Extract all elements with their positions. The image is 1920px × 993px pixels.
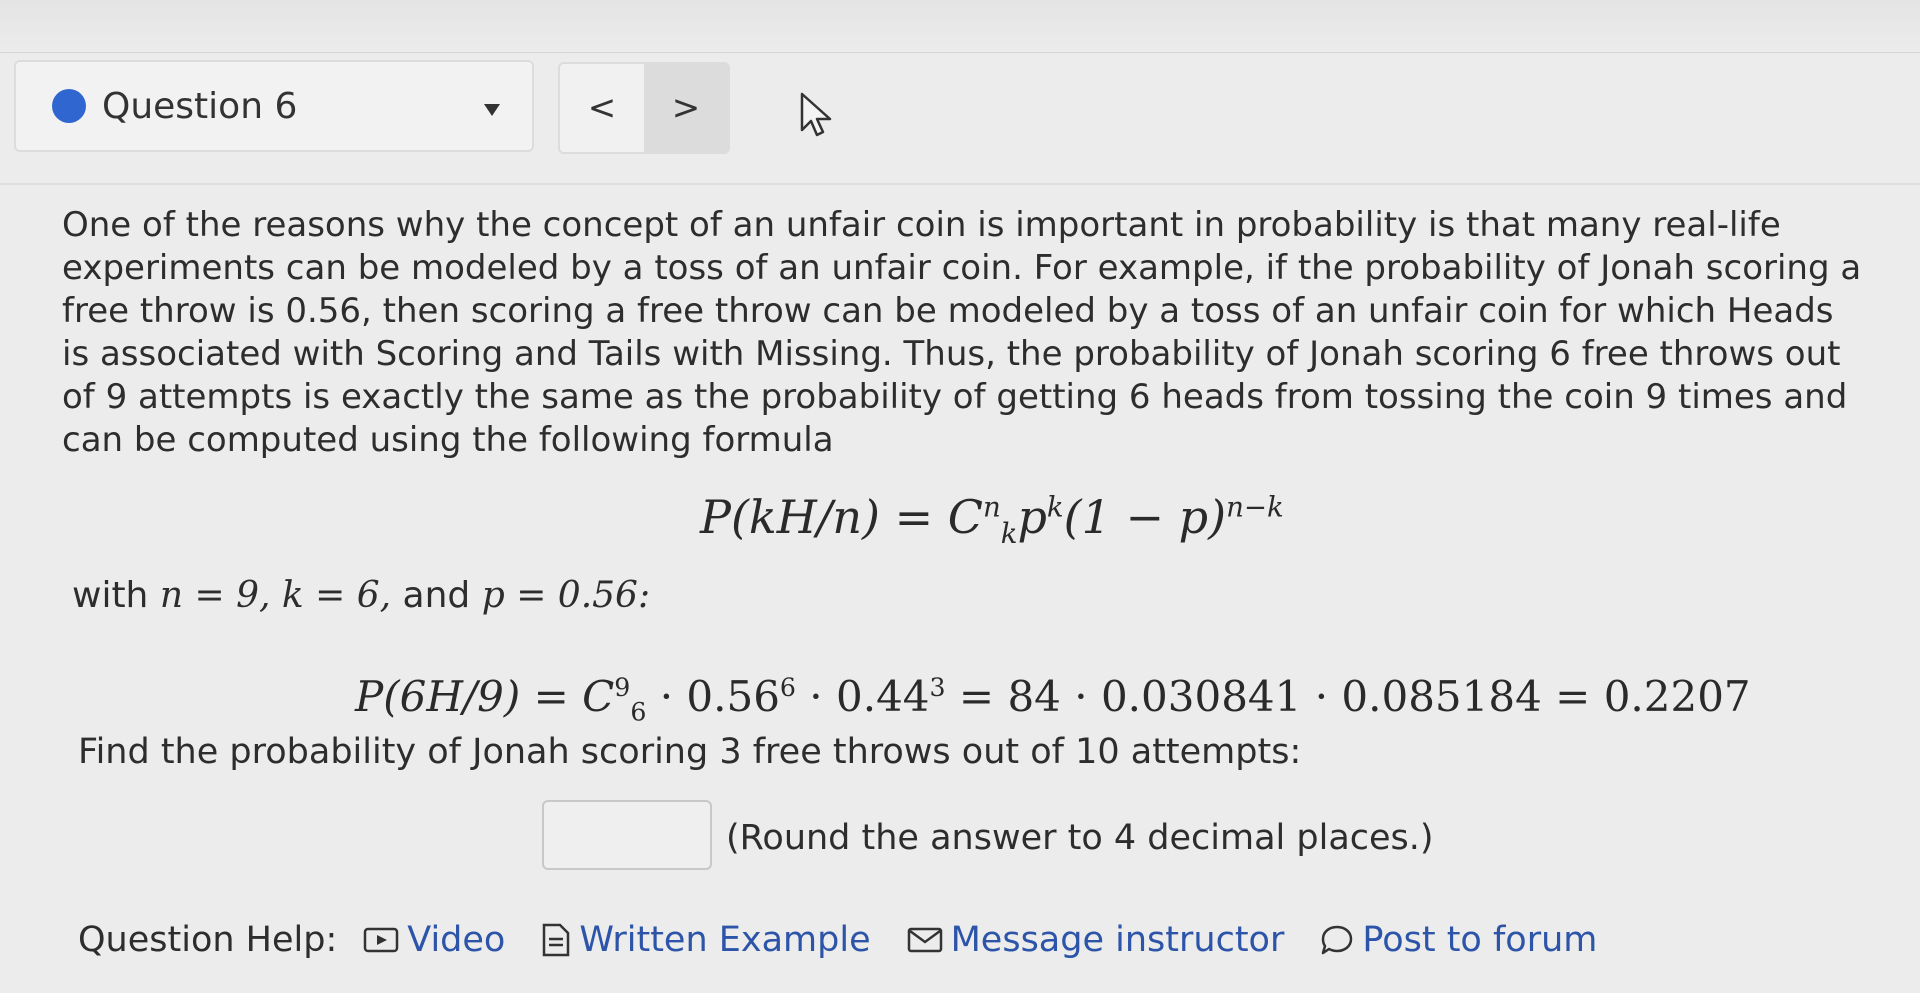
calc-lhs: P(6H/9) = C — [355, 672, 615, 721]
formula-sub: k — [1000, 517, 1018, 551]
answer-input[interactable] — [542, 800, 712, 870]
formula-tail: (1 − p) — [1063, 490, 1227, 544]
calc-exp2: 3 — [929, 673, 946, 702]
dropdown-caret-icon[interactable] — [484, 104, 500, 116]
envelope-icon — [907, 927, 942, 953]
formula-p: p — [1017, 490, 1047, 544]
question-text: One of the reasons why the concept of an… — [62, 205, 1862, 460]
video-label: Video — [407, 920, 506, 960]
message-instructor-label: Message instructor — [950, 920, 1285, 960]
formula-lhs: P(kH/n) = C — [700, 490, 983, 544]
content-divider — [0, 183, 1920, 185]
question-help: Question Help: Video Written Example Mes… — [78, 920, 1633, 960]
rounding-note: (Round the answer to 4 decimal places.) — [726, 818, 1434, 858]
formula-exp: n−k — [1226, 490, 1284, 524]
given-values: with n = 9, k = 6, and p = 0.56: — [72, 575, 650, 616]
calc-mid2: · 0.44 — [795, 672, 930, 721]
with-and: and — [391, 575, 482, 616]
question-selector[interactable]: Question 6 — [14, 60, 534, 152]
document-icon — [543, 923, 570, 957]
written-example-link[interactable]: Written Example — [541, 920, 871, 960]
question-label: Question 6 — [102, 85, 298, 127]
formula-k-exp: k — [1046, 490, 1064, 524]
top-strip — [0, 0, 1920, 48]
with-vars: n = 9, k = 6, — [159, 575, 392, 616]
prev-question-button[interactable]: < — [560, 64, 644, 152]
post-to-forum-link[interactable]: Post to forum — [1320, 920, 1597, 960]
top-divider — [0, 52, 1920, 53]
message-instructor-link[interactable]: Message instructor — [907, 920, 1285, 960]
video-icon — [364, 927, 399, 953]
next-question-button[interactable]: > — [644, 64, 728, 152]
calc-sup: 9 — [614, 673, 631, 702]
formula-sup: n — [982, 490, 1001, 524]
speech-bubble-icon — [1322, 925, 1353, 955]
with-p: p = 0.56: — [481, 575, 651, 616]
with-prefix: with — [72, 575, 160, 616]
probability-formula: P(kH/n) = Cnkpk(1 − p)n−k — [700, 490, 1284, 550]
video-link[interactable]: Video — [363, 920, 505, 960]
calc-rhs: = 84 · 0.030841 · 0.085184 = 0.2207 — [945, 672, 1751, 721]
post-to-forum-label: Post to forum — [1362, 920, 1598, 960]
written-example-label: Written Example — [579, 920, 871, 960]
mouse-cursor-icon — [800, 92, 832, 137]
question-prompt: Find the probability of Jonah scoring 3 … — [78, 732, 1302, 772]
worked-calculation: P(6H/9) = C96 · 0.566 · 0.443 = 84 · 0.0… — [355, 672, 1751, 726]
calc-exp1: 6 — [779, 673, 796, 702]
help-label: Question Help: — [78, 920, 338, 960]
question-nav: < > — [558, 62, 730, 154]
status-dot-icon — [52, 89, 86, 123]
calc-mid: · 0.56 — [646, 672, 780, 721]
calc-sub: 6 — [630, 697, 647, 727]
